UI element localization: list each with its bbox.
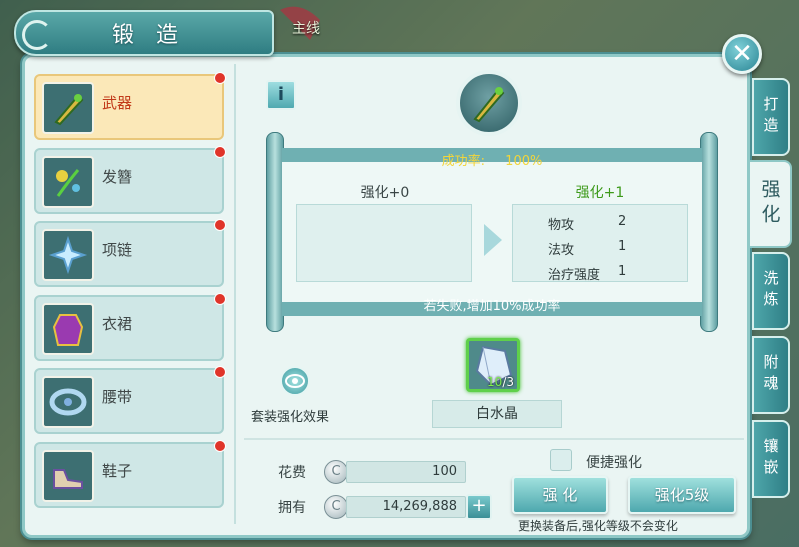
quick-enhance-label: 便捷强化 <box>586 455 642 471</box>
enhance-note: 更换装备后,强化等级不会变化 <box>518 519 678 533</box>
weapon-icon <box>473 87 505 123</box>
red-dot-badge <box>214 292 226 305</box>
slot-label: 鞋子 <box>102 461 133 480</box>
own-value: 14,269,888 <box>346 496 466 518</box>
slot-necklace[interactable]: 项链 <box>34 219 226 287</box>
stat-name: 治疗强度 <box>548 268 601 283</box>
slot-belt[interactable]: 腰带 <box>34 366 226 434</box>
quick-enhance-checkbox[interactable] <box>550 449 572 471</box>
fail-bonus-text: 若失败,增加10%成功率 <box>423 299 561 314</box>
slot-weapon[interactable]: 武器 <box>34 72 226 140</box>
set-effect-button[interactable] <box>280 366 310 396</box>
slot-label: 武器 <box>102 94 133 112</box>
slot-label: 衣裙 <box>102 314 133 333</box>
equipment-slot-list: 武器 发簪 项链 衣裙 腰带 鞋子 <box>34 72 226 515</box>
shoes-icon <box>42 449 94 502</box>
set-effect-label: 套装强化效果 <box>251 410 330 425</box>
slot-hairpin[interactable]: 发簪 <box>34 145 226 214</box>
cost-value: 100 <box>346 461 466 483</box>
enhance-button[interactable]: 强 化 <box>512 476 608 514</box>
slot-label: 腰带 <box>102 388 133 406</box>
title-bar: 锻造 <box>14 10 274 56</box>
stat-row: 物攻 2 <box>548 214 648 233</box>
material-need: /3 <box>502 375 514 389</box>
swirl-icon <box>22 20 52 50</box>
slot-label: 发簪 <box>102 167 133 186</box>
cost-label: 花费 <box>278 465 306 481</box>
current-level-label: 强化+0 <box>360 185 410 201</box>
red-dot-badge <box>214 72 226 84</box>
success-rate: 成功率: 100% <box>282 150 702 169</box>
own-label: 拥有 <box>278 500 306 516</box>
quest-tag[interactable]: 主线 <box>292 18 320 38</box>
arrow-right-icon <box>484 224 502 256</box>
tab-inlay[interactable]: 镶嵌 <box>752 420 790 498</box>
slot-label: 项链 <box>102 241 133 259</box>
info-button[interactable]: i <box>266 80 296 110</box>
tab-refine[interactable]: 洗炼 <box>752 252 790 330</box>
add-currency-button[interactable]: + <box>466 494 492 520</box>
slot-dress[interactable]: 衣裙 <box>34 292 226 361</box>
material-have: 10 <box>487 375 503 389</box>
enhance-5-button[interactable]: 强化5级 <box>628 476 736 514</box>
close-button[interactable]: ✕ <box>722 34 762 74</box>
necklace-icon <box>42 229 94 281</box>
current-stats-box <box>296 204 472 282</box>
plus-icon: + <box>471 495 487 516</box>
stat-value: 2 <box>618 214 627 229</box>
stat-name: 法攻 <box>548 243 575 258</box>
bottom-divider <box>244 438 744 440</box>
next-level-label: 强化+1 <box>575 185 625 201</box>
scroll-rod-right <box>700 132 718 332</box>
close-icon: ✕ <box>731 39 753 69</box>
tab-enhance[interactable]: 强化 <box>748 160 792 248</box>
belt-icon <box>42 376 94 428</box>
red-dot-badge <box>214 439 226 452</box>
tab-enchant[interactable]: 附魂 <box>752 336 790 414</box>
success-rate-value: 100% <box>505 154 543 169</box>
slot-shoes[interactable]: 鞋子 <box>34 439 226 508</box>
info-icon: i <box>277 84 285 105</box>
stat-value: 1 <box>618 239 627 254</box>
red-dot-badge <box>214 366 226 378</box>
coin-icon: C <box>324 460 348 484</box>
red-dot-badge <box>214 219 226 231</box>
coin-icon: C <box>324 495 348 519</box>
stat-row: 法攻 1 <box>548 239 648 258</box>
hairpin-icon <box>42 155 94 208</box>
weapon-icon <box>42 82 94 134</box>
stat-row: 治疗强度 1 <box>548 264 648 283</box>
page-title: 锻造 <box>111 23 200 48</box>
panel-divider <box>234 64 236 524</box>
stat-name: 物攻 <box>548 218 575 233</box>
material-count: 10/3 <box>487 375 514 389</box>
selected-item-preview <box>456 70 522 136</box>
eye-icon <box>285 374 305 388</box>
dress-icon <box>42 302 94 355</box>
stat-value: 1 <box>618 264 627 279</box>
success-rate-label: 成功率: <box>441 154 486 169</box>
material-slot[interactable]: 10/3 <box>466 338 520 392</box>
material-name: 白水晶 <box>432 400 562 428</box>
red-dot-badge <box>214 145 226 158</box>
tab-craft[interactable]: 打造 <box>752 78 790 156</box>
